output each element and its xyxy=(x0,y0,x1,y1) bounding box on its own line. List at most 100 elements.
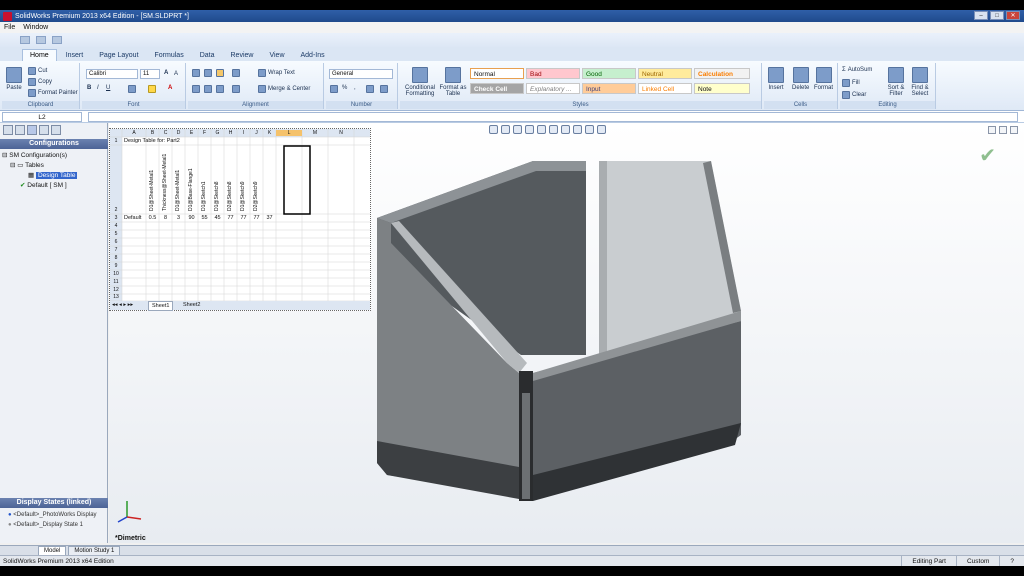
parameter-value[interactable]: 0.5 xyxy=(146,215,159,221)
parameter-value[interactable]: 3 xyxy=(172,215,185,221)
find-select-button[interactable]: Find & Select xyxy=(908,67,932,97)
dimxpert-icon[interactable] xyxy=(39,125,49,135)
column-header[interactable]: M xyxy=(302,130,328,136)
display-state-item[interactable]: ● <Default>_Display State 1 xyxy=(8,520,97,530)
minimize-button[interactable]: – xyxy=(974,11,988,20)
bold-button[interactable]: B xyxy=(87,85,91,91)
tab-data[interactable]: Data xyxy=(193,50,222,61)
copy-button[interactable]: Copy xyxy=(28,78,52,86)
style-check-cell[interactable]: Check Cell xyxy=(470,83,524,94)
tab-page-layout[interactable]: Page Layout xyxy=(92,50,145,61)
column-header[interactable]: C xyxy=(159,130,172,136)
format-as-table-button[interactable]: Format as Table xyxy=(438,67,468,97)
fill-button[interactable]: Fill xyxy=(842,79,860,87)
clear-button[interactable]: Clear xyxy=(842,91,866,99)
row-header[interactable]: 3 xyxy=(110,215,122,221)
style-calculation[interactable]: Calculation xyxy=(694,68,750,79)
tree-item-configurations[interactable]: ⊟ SM Configuration(s) xyxy=(2,151,77,161)
undo-icon[interactable] xyxy=(36,36,46,44)
orientation-button[interactable] xyxy=(232,69,240,77)
close-button[interactable]: ✕ xyxy=(1006,11,1020,20)
number-format-combo[interactable]: General xyxy=(329,69,393,79)
parameter-value[interactable]: 45 xyxy=(211,215,224,221)
column-header[interactable]: L xyxy=(276,130,302,136)
tab-insert[interactable]: Insert xyxy=(59,50,91,61)
row-header[interactable]: 8 xyxy=(110,255,122,261)
format-painter-button[interactable]: Format Painter xyxy=(28,89,78,97)
row-header[interactable]: 5 xyxy=(110,231,122,237)
column-header[interactable]: G xyxy=(211,130,224,136)
property-manager-icon[interactable] xyxy=(15,125,25,135)
configuration-manager-icon[interactable] xyxy=(27,125,37,135)
column-header[interactable]: N xyxy=(328,130,354,136)
tab-view[interactable]: View xyxy=(262,50,291,61)
name-box[interactable]: L2 xyxy=(2,112,82,122)
row-header[interactable]: 13 xyxy=(110,294,122,300)
formula-input[interactable] xyxy=(88,112,1018,122)
tree-item-tables[interactable]: ⊟ ▭ Tables xyxy=(2,161,77,171)
column-header[interactable]: H xyxy=(224,130,237,136)
comma-button[interactable]: , xyxy=(354,85,356,91)
row-header[interactable]: 10 xyxy=(110,271,122,277)
row-header[interactable]: 12 xyxy=(110,287,122,293)
style-input[interactable]: Input xyxy=(582,83,636,94)
row-header[interactable]: 6 xyxy=(110,239,122,245)
style-normal[interactable]: Normal xyxy=(470,68,524,79)
grow-font-button[interactable]: A xyxy=(164,70,168,76)
column-header[interactable]: E xyxy=(185,130,198,136)
menu-file[interactable]: File xyxy=(4,24,15,31)
style-note[interactable]: Note xyxy=(694,83,750,94)
cut-button[interactable]: Cut xyxy=(28,67,47,75)
font-color-button[interactable]: A xyxy=(168,85,172,91)
tab-add-ins[interactable]: Add-Ins xyxy=(294,50,332,61)
column-header[interactable]: I xyxy=(237,130,250,136)
feature-tree-icon[interactable] xyxy=(3,125,13,135)
delete-cells-button[interactable]: Delete xyxy=(792,67,809,91)
row-header[interactable]: 1 xyxy=(110,138,122,144)
tab-sheet1[interactable]: Sheet1 xyxy=(148,301,174,311)
align-center-button[interactable] xyxy=(204,85,212,93)
style-good[interactable]: Good xyxy=(582,68,636,79)
row-header[interactable]: 4 xyxy=(110,223,122,229)
tree-item-design-table[interactable]: ▦ Design Table xyxy=(2,171,78,181)
align-middle-button[interactable] xyxy=(204,69,212,77)
align-bottom-button[interactable] xyxy=(216,69,224,77)
display-manager-icon[interactable] xyxy=(51,125,61,135)
style-linked-cell[interactable]: Linked Cell xyxy=(638,83,692,94)
borders-button[interactable] xyxy=(128,85,136,93)
style-bad[interactable]: Bad xyxy=(526,68,580,79)
column-header[interactable]: B xyxy=(146,130,159,136)
column-header[interactable]: D xyxy=(172,130,185,136)
increase-decimal-button[interactable] xyxy=(366,85,374,93)
column-header[interactable]: F xyxy=(198,130,211,136)
column-header[interactable]: J xyxy=(250,130,263,136)
graphics-area[interactable]: ✔ ABCDEFGHIJKLMN 1234 5 6 7 8 9 10 11 12… xyxy=(109,123,1024,543)
column-header[interactable]: A xyxy=(122,130,146,136)
column-header[interactable]: K xyxy=(263,130,276,136)
italic-button[interactable]: I xyxy=(97,85,99,91)
maximize-button[interactable]: □ xyxy=(990,11,1004,20)
parameter-value[interactable]: 77 xyxy=(224,215,237,221)
row-header[interactable]: 7 xyxy=(110,247,122,253)
format-cells-button[interactable]: Format xyxy=(814,67,833,91)
tab-motion-study[interactable]: Motion Study 1 xyxy=(68,546,121,555)
row-header[interactable]: 2 xyxy=(110,207,122,213)
wrap-text-button[interactable]: Wrap Text xyxy=(258,69,295,77)
tab-review[interactable]: Review xyxy=(224,50,261,61)
parameter-value[interactable]: 8 xyxy=(159,215,172,221)
style-explanatory[interactable]: Explanatory ... xyxy=(526,83,580,94)
conditional-formatting-button[interactable]: Conditional Formatting xyxy=(402,67,438,97)
row-header[interactable]: 9 xyxy=(110,263,122,269)
fill-color-button[interactable] xyxy=(148,85,156,93)
indent-button[interactable] xyxy=(232,85,240,93)
font-size-combo[interactable]: 11 xyxy=(140,69,160,79)
tree-item-default[interactable]: ✔ Default [ SM ] xyxy=(2,181,77,191)
parameter-value[interactable]: 55 xyxy=(198,215,211,221)
align-right-button[interactable] xyxy=(216,85,224,93)
sort-filter-button[interactable]: Sort & Filter xyxy=(884,67,908,97)
parameter-value[interactable]: 90 xyxy=(185,215,198,221)
currency-button[interactable] xyxy=(330,85,338,93)
sheet-nav-arrows-icon[interactable]: ◂◂ ◂ ▸ ▸▸ xyxy=(112,302,133,308)
shrink-font-button[interactable]: A xyxy=(174,71,178,77)
paste-button[interactable]: Paste xyxy=(6,67,22,91)
